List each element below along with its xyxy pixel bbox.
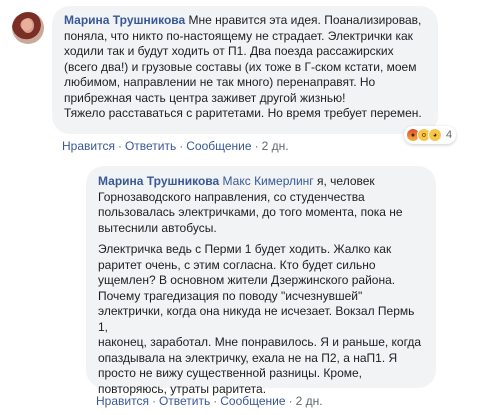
comment-text: Марина Трушникова Мне нравится эта идея.… — [64, 13, 422, 120]
reply-bubble: Марина Трушникова Макс Кимерлинг я, чело… — [86, 166, 436, 396]
reply-link[interactable]: Ответить — [159, 394, 210, 408]
reactions-summary[interactable]: ● o ◕ 4 — [404, 126, 457, 144]
avatar[interactable] — [12, 12, 44, 44]
message-link[interactable]: Сообщение — [186, 139, 251, 153]
reply-text: Марина Трушникова Макс Кимерлинг я, чело… — [98, 174, 422, 396]
like-link[interactable]: Нравится — [62, 139, 115, 153]
comment-author[interactable]: Марина Трушникова — [64, 13, 185, 27]
reply-actions: Нравится · Ответить · Сообщение · 2 дн. — [96, 394, 323, 408]
haha-reaction-icon: ◕ — [428, 128, 442, 142]
reaction-count: 4 — [446, 129, 453, 141]
comment-actions: Нравится · Ответить · Сообщение · 2 дн. — [62, 139, 289, 153]
like-link[interactable]: Нравится — [96, 394, 149, 408]
reply-link[interactable]: Ответить — [125, 139, 176, 153]
timestamp[interactable]: 2 дн. — [262, 139, 289, 153]
timestamp[interactable]: 2 дн. — [296, 394, 323, 408]
message-link[interactable]: Сообщение — [220, 394, 285, 408]
mention-link[interactable]: Макс Кимерлинг — [223, 174, 314, 188]
comment-bubble: Марина Трушникова Мне нравится эта идея.… — [52, 6, 438, 134]
reply-author[interactable]: Марина Трушникова — [98, 174, 219, 188]
